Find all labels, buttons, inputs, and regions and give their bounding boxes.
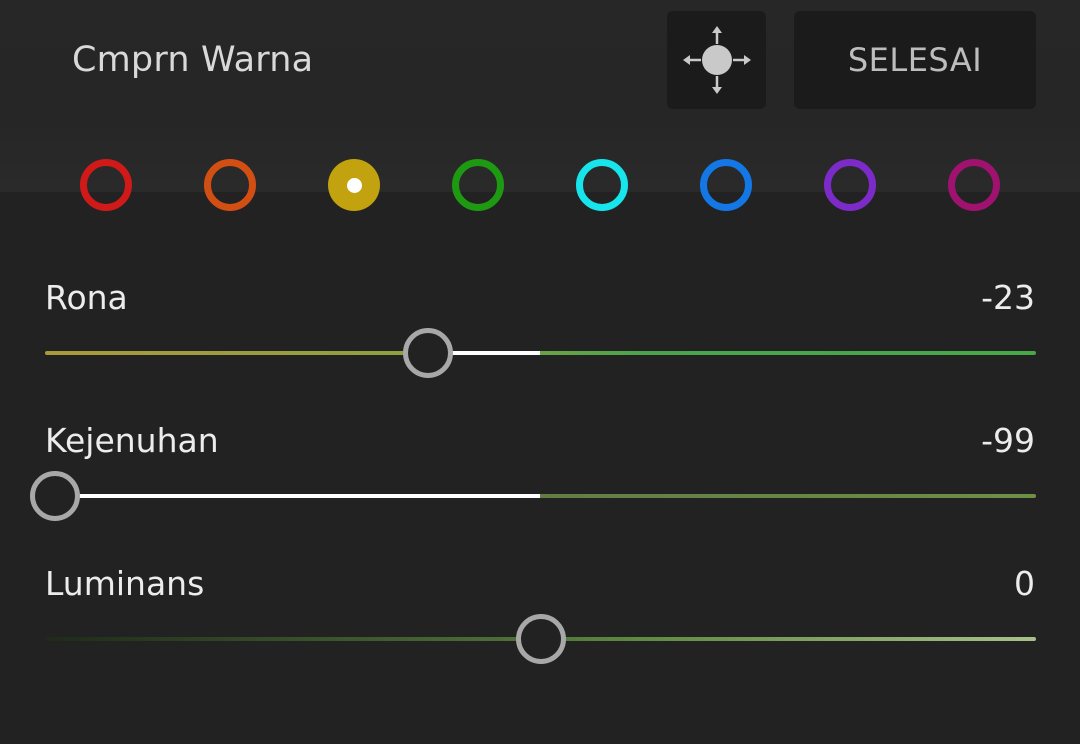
swatch-aqua[interactable] bbox=[576, 159, 628, 211]
selected-indicator-dot bbox=[346, 177, 362, 193]
saturation-label: Kejenuhan bbox=[45, 421, 219, 460]
hue-label: Rona bbox=[45, 278, 128, 317]
swatch-orange[interactable] bbox=[204, 159, 256, 211]
swatch-blue[interactable] bbox=[700, 159, 752, 211]
saturation-slider-thumb[interactable] bbox=[29, 471, 80, 521]
panel-title: Cmprn Warna bbox=[72, 40, 314, 80]
done-button[interactable]: SELESAI bbox=[794, 11, 1036, 109]
swatch-red[interactable] bbox=[80, 159, 132, 211]
saturation-slider-fill bbox=[54, 494, 541, 498]
hue-slider-thumb[interactable] bbox=[402, 328, 453, 378]
targeted-adjustment-button[interactable] bbox=[667, 11, 766, 109]
luminance-value: 0 bbox=[1014, 564, 1035, 603]
luminance-slider-track[interactable] bbox=[45, 614, 1036, 664]
hue-slider-track[interactable] bbox=[45, 328, 1036, 378]
swatch-purple[interactable] bbox=[824, 159, 876, 211]
swatch-green[interactable] bbox=[452, 159, 504, 211]
swatch-yellow[interactable] bbox=[328, 159, 380, 211]
luminance-label: Luminans bbox=[45, 564, 205, 603]
hue-value: -23 bbox=[981, 278, 1035, 317]
swatch-magenta[interactable] bbox=[948, 159, 1000, 211]
luminance-slider-thumb[interactable] bbox=[515, 614, 566, 664]
color-mix-panel: Cmprn Warna SELESAI Rona -23 Kejenuhan -… bbox=[0, 0, 1080, 744]
target-move-icon bbox=[682, 26, 751, 94]
saturation-slider-track[interactable] bbox=[29, 471, 1036, 521]
saturation-value: -99 bbox=[981, 421, 1035, 460]
